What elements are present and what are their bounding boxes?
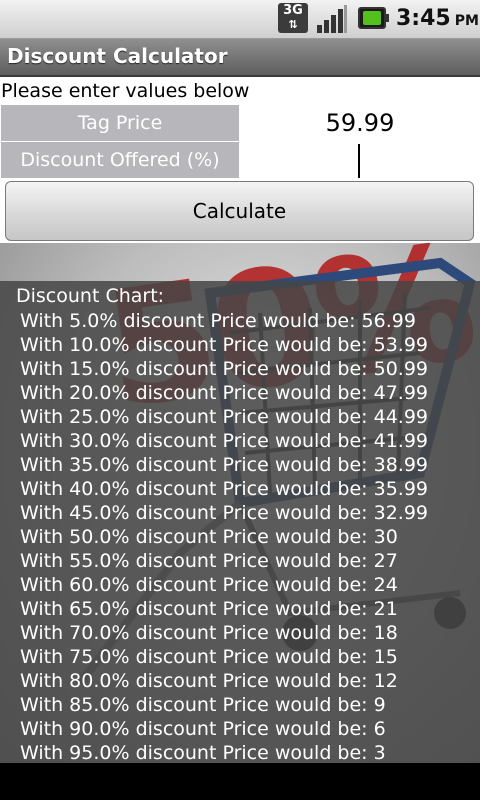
clock-ampm: PM bbox=[454, 13, 479, 29]
calculate-button[interactable]: Calculate bbox=[5, 181, 474, 241]
data-activity-icon: ⇅ bbox=[288, 18, 298, 31]
tag-price-input[interactable]: 59.99 bbox=[241, 105, 479, 141]
discount-chart-heading: Discount Chart: bbox=[16, 285, 165, 307]
list-item: With 20.0% discount Price would be: 47.9… bbox=[20, 382, 429, 404]
form-prompt: Please enter values below bbox=[1, 80, 250, 102]
list-item: With 50.0% discount Price would be: 30 bbox=[20, 526, 398, 548]
list-item: With 60.0% discount Price would be: 24 bbox=[20, 574, 398, 596]
discount-chart-panel: Discount Chart: With 5.0% discount Price… bbox=[0, 281, 480, 763]
list-item: With 45.0% discount Price would be: 32.9… bbox=[20, 502, 429, 524]
status-clock: 3:45 PM bbox=[396, 6, 479, 31]
text-cursor bbox=[358, 144, 360, 178]
list-item: With 75.0% discount Price would be: 15 bbox=[20, 646, 398, 668]
list-item: With 5.0% discount Price would be: 56.99 bbox=[20, 310, 416, 332]
discount-row: Discount Offered (%) bbox=[0, 142, 480, 178]
list-item: With 15.0% discount Price would be: 50.9… bbox=[20, 358, 429, 380]
list-item: With 55.0% discount Price would be: 27 bbox=[20, 550, 398, 572]
tag-price-value: 59.99 bbox=[325, 109, 395, 137]
bottom-bar bbox=[0, 763, 480, 800]
tag-price-row: Tag Price 59.99 bbox=[0, 105, 480, 141]
list-item: With 30.0% discount Price would be: 41.9… bbox=[20, 430, 429, 452]
tag-price-label: Tag Price bbox=[1, 105, 239, 141]
list-item: With 85.0% discount Price would be: 9 bbox=[20, 694, 386, 716]
list-item: With 95.0% discount Price would be: 3 bbox=[20, 742, 386, 763]
title-bar: Discount Calculator bbox=[0, 39, 480, 77]
list-item: With 25.0% discount Price would be: 44.9… bbox=[20, 406, 429, 428]
list-item: With 35.0% discount Price would be: 38.9… bbox=[20, 454, 429, 476]
status-bar: 3G ⇅ 3:45 PM bbox=[0, 0, 480, 39]
list-item: With 70.0% discount Price would be: 18 bbox=[20, 622, 398, 644]
clock-time: 3:45 bbox=[396, 6, 451, 31]
list-item: With 90.0% discount Price would be: 6 bbox=[20, 718, 386, 740]
list-item: With 10.0% discount Price would be: 53.9… bbox=[20, 334, 429, 356]
signal-strength-icon bbox=[317, 5, 347, 33]
network-type: 3G bbox=[283, 3, 303, 18]
discount-input[interactable] bbox=[241, 142, 479, 178]
discount-chart-list: With 5.0% discount Price would be: 56.99… bbox=[20, 309, 428, 763]
3g-network-icon: 3G ⇅ bbox=[278, 3, 308, 33]
list-item: With 80.0% discount Price would be: 12 bbox=[20, 670, 398, 692]
list-item: With 65.0% discount Price would be: 21 bbox=[20, 598, 398, 620]
app-title: Discount Calculator bbox=[7, 44, 228, 68]
discount-label: Discount Offered (%) bbox=[1, 142, 239, 178]
battery-charging-icon bbox=[358, 7, 389, 29]
main-content: 50% Please enter values below Tag Price … bbox=[0, 77, 480, 763]
list-item: With 40.0% discount Price would be: 35.9… bbox=[20, 478, 429, 500]
